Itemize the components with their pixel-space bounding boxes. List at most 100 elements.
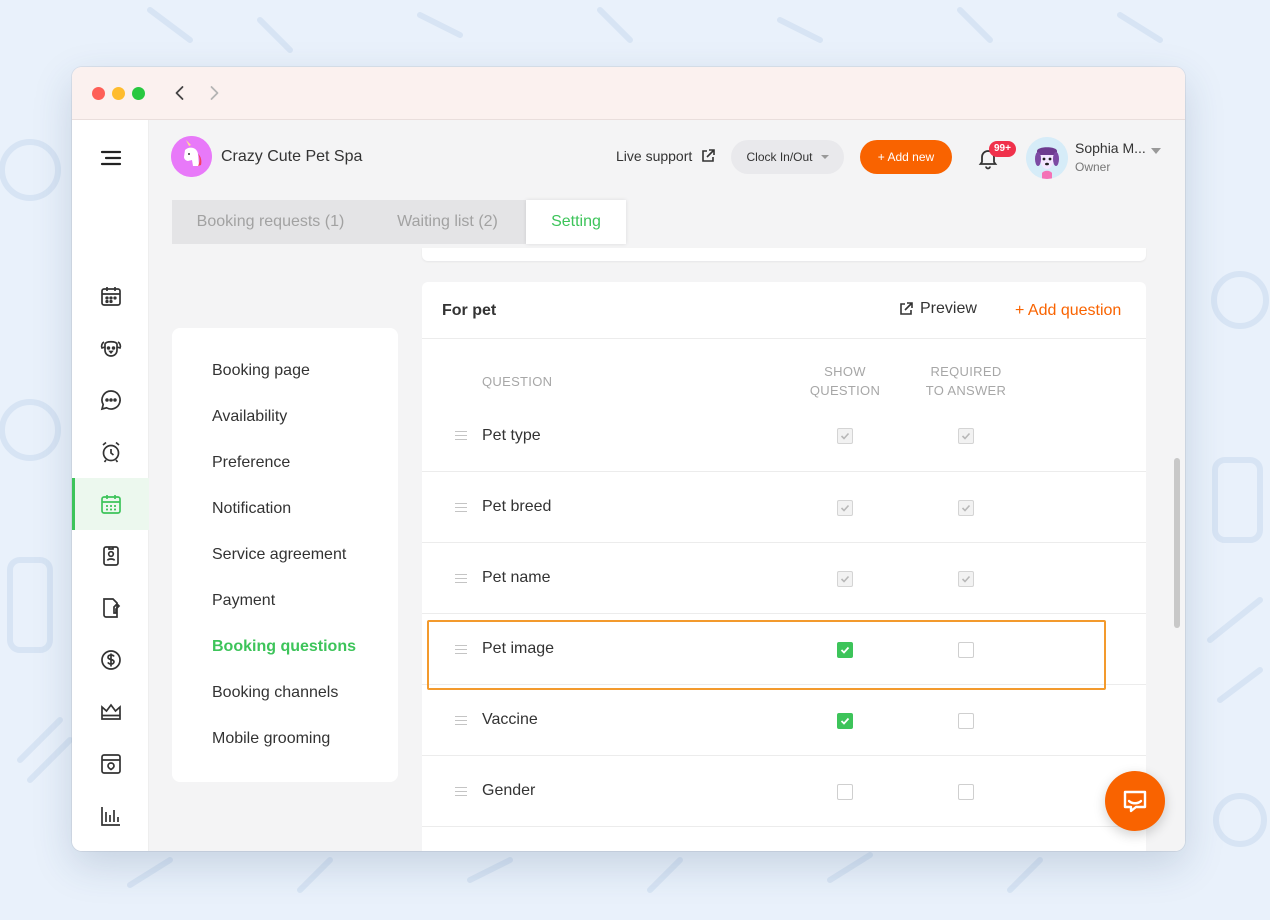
settings-nav-booking-channels[interactable]: Booking channels: [212, 684, 338, 702]
sidebar-item-agreements[interactable]: [72, 582, 149, 634]
clock-in-out-label: Clock In/Out: [746, 150, 813, 164]
chat-widget-icon: [1123, 790, 1147, 813]
user-role: Owner: [1075, 160, 1111, 174]
alarm-clock-icon: [101, 441, 120, 463]
unicorn-logo-icon: [171, 136, 212, 177]
required-checkbox: [958, 428, 974, 444]
show-question-checkbox[interactable]: [837, 713, 853, 729]
table-row: Pet type: [422, 416, 1146, 472]
required-checkbox[interactable]: [958, 784, 974, 800]
column-header-required-line2: TO ANSWER: [925, 383, 1007, 398]
column-header-required: REQUIRED TO ANSWER: [916, 362, 1016, 400]
column-header-show-line2: QUESTION: [809, 383, 881, 398]
business-logo[interactable]: [171, 136, 212, 177]
booking-calendar-icon: [100, 495, 121, 514]
tab-booking-requests[interactable]: Booking requests (1): [172, 200, 369, 244]
booking-tabs: Booking requests (1) Waiting list (2) Se…: [172, 200, 626, 244]
hamburger-menu-icon: [100, 150, 121, 166]
column-header-question: QUESTION: [482, 374, 553, 389]
settings-nav-preference[interactable]: Preference: [212, 454, 290, 472]
user-name[interactable]: Sophia M...: [1075, 140, 1146, 156]
table-row: Pet breed: [422, 472, 1146, 543]
chevron-left-icon[interactable]: [170, 83, 190, 103]
question-label: Gender: [482, 782, 536, 799]
sidebar-item-membership[interactable]: [72, 686, 149, 738]
add-new-button[interactable]: + Add new: [860, 140, 952, 174]
required-checkbox[interactable]: [958, 713, 974, 729]
settings-nav-mobile-grooming[interactable]: Mobile grooming: [212, 730, 330, 748]
required-checkbox: [958, 500, 974, 516]
settings-nav-availability[interactable]: Availability: [212, 408, 287, 426]
drag-handle-icon[interactable]: [455, 503, 467, 513]
user-menu-caret-icon[interactable]: [1151, 148, 1161, 154]
tab-waiting-list[interactable]: Waiting list (2): [369, 200, 526, 244]
scrollbar-thumb[interactable]: [1174, 458, 1180, 628]
preview-button[interactable]: Preview: [898, 300, 977, 318]
dollar-coin-icon: [100, 650, 121, 670]
sidebar-item-online-booking[interactable]: [72, 478, 149, 530]
settings-nav-service-agreement[interactable]: Service agreement: [212, 546, 346, 564]
caret-down-icon: [820, 155, 829, 159]
drag-handle-icon[interactable]: [455, 645, 467, 655]
question-label: Vaccine: [482, 711, 538, 728]
previous-card-bottom: [422, 248, 1146, 261]
minimize-window-button[interactable]: [112, 87, 125, 100]
show-question-checkbox[interactable]: [837, 642, 853, 658]
divider: [422, 338, 1146, 339]
table-row: Gender: [422, 756, 1146, 827]
sidebar-item-reminders[interactable]: [72, 426, 149, 478]
sidebar-item-settings[interactable]: [72, 842, 149, 851]
maximize-window-button[interactable]: [132, 87, 145, 100]
bar-chart-icon: [100, 807, 120, 826]
shop-window-icon: [100, 754, 121, 774]
clock-in-out-dropdown[interactable]: Clock In/Out: [731, 140, 844, 174]
live-support-link[interactable]: Live support: [616, 148, 716, 164]
required-checkbox: [958, 571, 974, 587]
user-avatar[interactable]: [1026, 137, 1068, 179]
question-label: Pet type: [482, 427, 541, 444]
sidebar-item-pets[interactable]: [72, 322, 149, 374]
settings-nav-booking-questions[interactable]: Booking questions: [212, 638, 356, 656]
external-link-icon: [702, 149, 716, 162]
settings-nav-payment[interactable]: Payment: [212, 592, 275, 610]
dog-avatar-icon: [1026, 137, 1068, 179]
sidebar-item-retail[interactable]: [72, 738, 149, 790]
drag-handle-icon[interactable]: [455, 716, 467, 726]
table-row: Pet name: [422, 543, 1146, 614]
settings-nav-booking-page[interactable]: Booking page: [212, 362, 310, 380]
column-header-show-question: SHOW QUESTION: [800, 362, 890, 400]
sidebar-item-insights[interactable]: [72, 790, 149, 842]
dog-face-icon: [100, 340, 121, 357]
show-question-checkbox: [837, 500, 853, 516]
icon-sidebar: [72, 120, 149, 851]
question-label: Pet image: [482, 640, 555, 657]
settings-nav-notification[interactable]: Notification: [212, 500, 291, 518]
business-name[interactable]: Crazy Cute Pet Spa: [221, 148, 362, 166]
settings-nav: Booking page Availability Preference Not…: [172, 328, 398, 782]
required-checkbox[interactable]: [958, 642, 974, 658]
add-question-button[interactable]: + Add question: [1015, 302, 1121, 320]
show-question-checkbox: [837, 571, 853, 587]
close-window-button[interactable]: [92, 87, 105, 100]
drag-handle-icon[interactable]: [455, 574, 467, 584]
drag-handle-icon[interactable]: [455, 431, 467, 441]
tab-setting[interactable]: Setting: [526, 200, 626, 244]
chat-bubble-icon: [100, 390, 121, 411]
column-header-show-line1: SHOW: [824, 364, 866, 379]
notification-count-badge: 99+: [989, 141, 1016, 157]
chevron-right-icon[interactable]: [204, 83, 224, 103]
sidebar-item-clients[interactable]: [72, 530, 149, 582]
column-header-required-line1: REQUIRED: [930, 364, 1002, 379]
menu-toggle-button[interactable]: [72, 132, 149, 184]
table-row: Pet image: [422, 614, 1146, 685]
settings-content: For pet Preview + Add question QUESTION …: [422, 248, 1174, 851]
calendar-icon: [100, 287, 121, 306]
window-titlebar: [72, 67, 1185, 120]
sidebar-item-messages[interactable]: [72, 374, 149, 426]
drag-handle-icon[interactable]: [455, 787, 467, 797]
sidebar-item-calendar[interactable]: [72, 270, 149, 322]
support-chat-button[interactable]: [1105, 771, 1165, 831]
show-question-checkbox[interactable]: [837, 784, 853, 800]
sidebar-item-payments[interactable]: [72, 634, 149, 686]
question-label: Pet breed: [482, 498, 552, 515]
